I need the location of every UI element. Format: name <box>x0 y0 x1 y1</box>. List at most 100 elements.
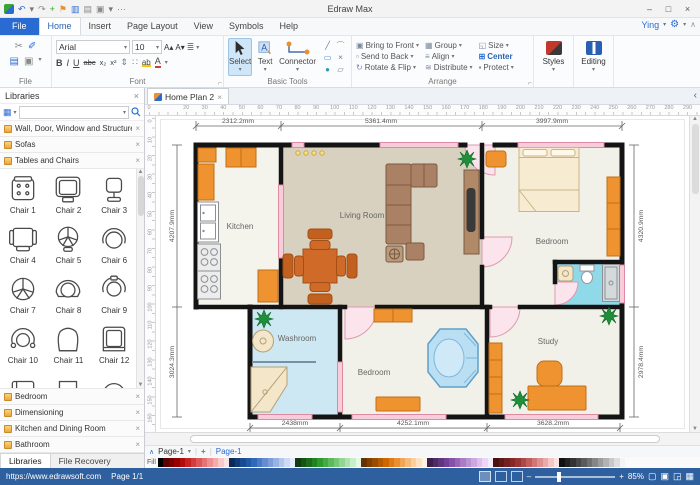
select-caret-icon[interactable]: ▾ <box>239 66 242 73</box>
minimize-button[interactable]: – <box>641 0 658 18</box>
superscript-button[interactable]: x² <box>110 58 116 67</box>
panel-scrollbar[interactable]: ▲ ▼ <box>136 169 144 388</box>
close-library-icon[interactable]: × <box>135 392 140 401</box>
floorplan[interactable]: 2312.2mm 5361.4mm 3997.9mm 2438mm 4252.1… <box>156 116 689 432</box>
underline-button[interactable]: U <box>73 58 80 68</box>
feedback-icon[interactable]: ⚑ <box>59 0 67 18</box>
ribbon-tab-symbols[interactable]: Symbols <box>221 18 272 35</box>
close-library-icon[interactable]: × <box>135 140 140 149</box>
library-search-input[interactable]: ▾ <box>19 106 129 119</box>
page-selector[interactable]: Page-1 <box>158 447 184 456</box>
plant-icon[interactable] <box>600 307 618 325</box>
align-button[interactable]: ≡Align▾ <box>425 52 473 61</box>
scroll-thumb[interactable] <box>138 176 144 216</box>
library-shape-chair-1[interactable]: Chair 1 <box>0 169 46 219</box>
view-presentation-icon[interactable] <box>511 471 523 482</box>
library-section-bedroom[interactable]: Bedroom× <box>0 389 144 405</box>
undo-icon[interactable]: ↶ <box>18 0 26 18</box>
nightstand[interactable] <box>486 151 506 167</box>
ribbon-tab-page-layout[interactable]: Page Layout <box>119 18 186 35</box>
redo-icon[interactable]: ↷ <box>38 0 46 18</box>
collapse-panel-chevron-icon[interactable]: ‹ <box>694 90 697 101</box>
center-button[interactable]: ⊞Center <box>479 52 514 61</box>
text-align-button[interactable]: ≣ <box>187 42 195 53</box>
library-shape-chair-10[interactable]: Chair 10 <box>0 319 46 369</box>
close-panel-icon[interactable]: × <box>134 91 139 101</box>
new-page-icon[interactable]: + <box>50 0 55 18</box>
horizontal-scrollbar[interactable] <box>145 432 700 445</box>
paste-icon[interactable]: ▤ <box>10 56 19 68</box>
fill-color-swatch[interactable] <box>620 458 626 467</box>
qat-caret-icon[interactable]: ▾ <box>109 0 114 18</box>
fit-page-icon[interactable]: ▣ <box>660 471 669 482</box>
send-to-back-button[interactable]: ▫Send to Back▾ <box>356 52 419 61</box>
editing-caret-icon[interactable]: ▾ <box>592 66 595 73</box>
highlight-button[interactable]: ab <box>142 58 151 67</box>
tab-libraries[interactable]: Libraries <box>0 454 51 468</box>
ribbon-tab-help[interactable]: Help <box>271 18 306 35</box>
font-size-caret-icon[interactable]: ▾ <box>156 44 159 51</box>
zoom-slider-thumb[interactable] <box>557 472 561 482</box>
shrink-font-button[interactable]: A▾ <box>175 43 184 52</box>
bold-button[interactable]: B <box>56 58 63 68</box>
text-tool-button[interactable]: A Text ▾ <box>253 38 277 76</box>
font-color-button[interactable]: A <box>155 57 161 68</box>
library-section-wall-door-window-and-structure[interactable]: Wall, Door, Window and Structure× <box>0 121 144 137</box>
library-shape-chair-3[interactable]: Chair 3 <box>91 169 137 219</box>
library-shape-chair-7[interactable]: Chair 7 <box>0 269 46 319</box>
search-icon[interactable] <box>131 107 141 117</box>
close-button[interactable]: × <box>679 0 696 18</box>
font-family-combo[interactable]: Arial ▾ <box>56 40 130 54</box>
collapse-ribbon-icon[interactable]: ∧ <box>690 20 696 29</box>
desk[interactable] <box>528 386 586 410</box>
library-section-dimensioning[interactable]: Dimensioning× <box>0 405 144 421</box>
paste-caret-icon[interactable]: ▾ <box>38 56 41 68</box>
library-shape-chair-2[interactable]: Chair 2 <box>46 169 92 219</box>
library-shape-chair-13[interactable]: Chair 13 <box>0 369 46 389</box>
bench[interactable] <box>376 397 420 411</box>
styles-button[interactable]: Styles ▾ <box>534 36 574 87</box>
text-align-caret-icon[interactable]: ▾ <box>196 44 199 51</box>
ribbon-tab-insert[interactable]: Insert <box>81 18 120 35</box>
italic-button[interactable]: I <box>67 58 70 68</box>
plant-icon[interactable] <box>255 310 273 328</box>
zoom-out-button[interactable]: – <box>527 472 531 481</box>
ottoman[interactable] <box>406 243 424 260</box>
zoom-in-button[interactable]: + <box>619 472 624 481</box>
close-library-icon[interactable]: × <box>135 124 140 133</box>
plant-icon[interactable] <box>458 150 476 168</box>
add-page-button[interactable]: + <box>201 447 206 456</box>
bookshelf[interactable] <box>489 343 502 413</box>
tab-file-recovery[interactable]: File Recovery <box>51 454 119 468</box>
page-selector-caret-icon[interactable]: ▾ <box>188 448 191 455</box>
zoom-selection-icon[interactable]: ◲ <box>673 471 682 482</box>
library-shape-chair-14[interactable]: Chair 14 <box>46 369 92 389</box>
crop-tool-icon[interactable]: ▱ <box>334 64 347 76</box>
zoom-slider[interactable] <box>535 476 615 478</box>
qat-more-icon[interactable]: ⋯ <box>117 0 126 18</box>
washroom-sink[interactable] <box>253 330 274 352</box>
grow-font-button[interactable]: A▴ <box>164 43 173 52</box>
copy-icon[interactable]: ▣ <box>24 56 33 68</box>
library-shape-chair-12[interactable]: Chair 12 <box>91 319 137 369</box>
shape-source-caret-icon[interactable]: ▾ <box>14 109 17 116</box>
drawing-canvas[interactable]: 2312.2mm 5361.4mm 3997.9mm 2438mm 4252.1… <box>156 116 689 432</box>
pan-window-icon[interactable]: ▦ <box>685 471 694 482</box>
ribbon-tab-view[interactable]: View <box>186 18 221 35</box>
print-icon[interactable]: ▤ <box>83 0 92 18</box>
wardrobe[interactable] <box>607 177 620 256</box>
protect-button[interactable]: ▪Protect▾ <box>479 63 514 72</box>
library-shape-chair-9[interactable]: Chair 9 <box>91 269 137 319</box>
library-section-kitchen-and-dining-room[interactable]: Kitchen and Dining Room× <box>0 421 144 437</box>
page-list-icon[interactable]: ∧ <box>149 448 154 456</box>
library-section-sofas[interactable]: Sofas× <box>0 137 144 153</box>
maximize-button[interactable]: □ <box>660 0 677 18</box>
format-painter-icon[interactable]: ✐ <box>28 41 36 53</box>
subscript-button[interactable]: x₂ <box>100 58 107 67</box>
cut-icon[interactable]: ✂ <box>15 41 23 53</box>
strikethrough-button[interactable]: abc <box>84 58 96 67</box>
font-family-caret-icon[interactable]: ▾ <box>124 44 127 51</box>
distribute-button[interactable]: ≋Distribute▾ <box>425 63 473 72</box>
ellipse-tool-icon[interactable]: ● <box>321 64 334 76</box>
delete-tool-icon[interactable]: × <box>334 52 347 64</box>
